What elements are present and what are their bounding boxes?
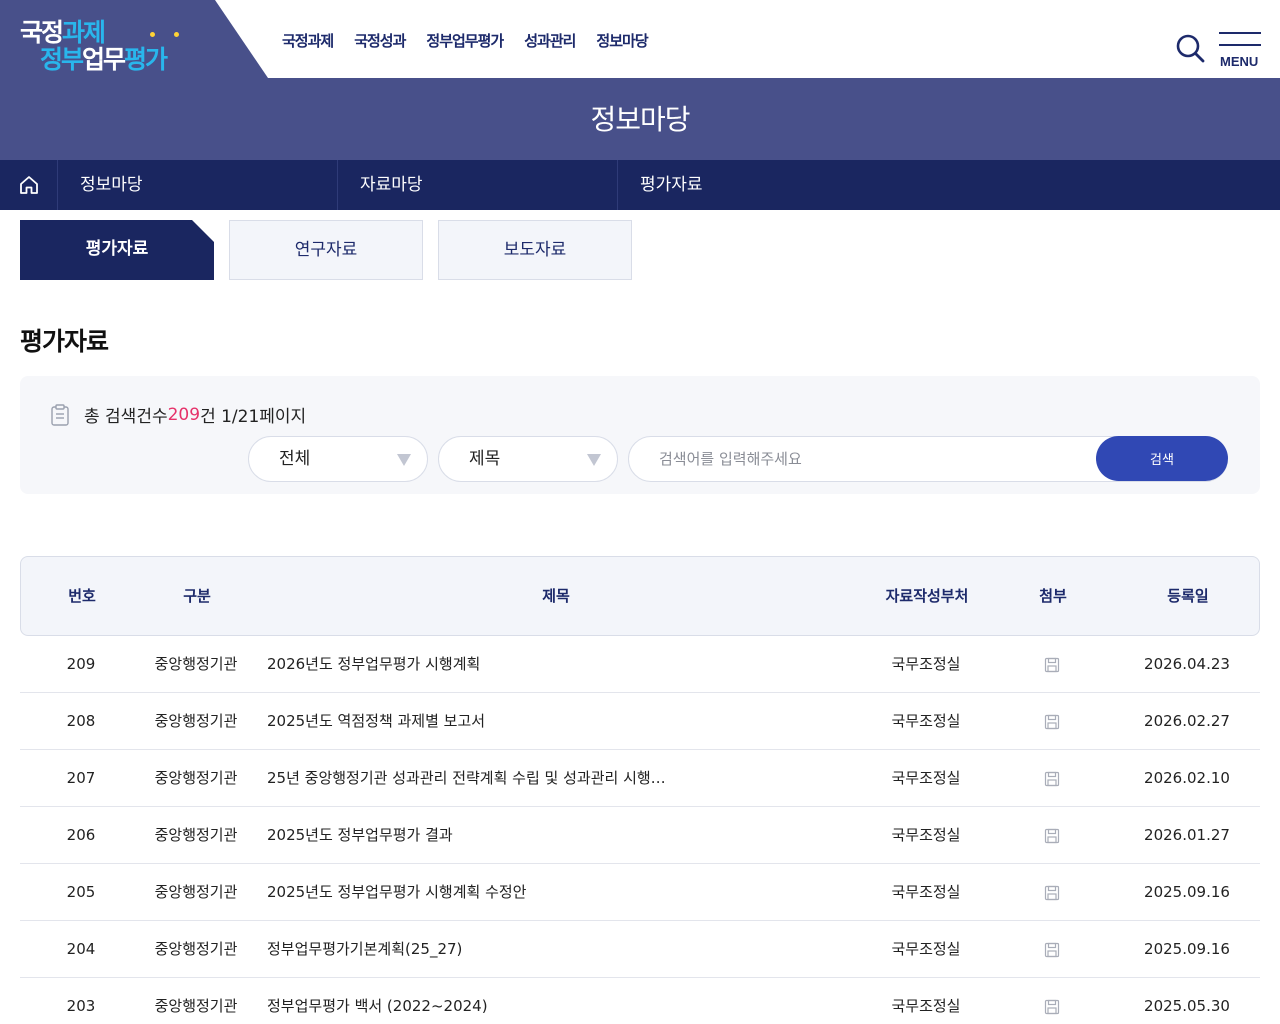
table-body: 209 중앙행정기관 2026년도 정부업무평가 시행계획 국무조정실 2026.04.… [20,636,1260,1024]
column-header-attachment: 첨부 [1039,587,1067,605]
gnb-item-national-results[interactable]: 국정성과 [354,30,406,51]
column-header-date: 등록일 [1167,587,1209,605]
cell-title-link[interactable]: 2026년도 정부업무평가 시행계획 [267,636,687,692]
category-select[interactable]: 전체 [248,436,428,482]
cell-date: 2026.04.23 [1144,655,1230,673]
cell-title-link[interactable]: 2025년도 역점정책 과제별 보고서 [267,693,687,749]
cell-number: 209 [66,655,96,673]
cell-title-link[interactable]: 25년 중앙행정기관 성과관리 전략계획 수립 및 성과관리 시행… [267,750,687,806]
table-row[interactable]: 208 중앙행정기관 2025년도 역점정책 과제별 보고서 국무조정실 2026.02… [20,693,1260,750]
breadcrumb-level1[interactable]: 정보마당 [58,160,338,210]
field-select[interactable]: 제목 [438,436,618,482]
cell-dept: 국무조정실 [891,940,961,958]
cell-category: 중앙행정기관 [154,883,238,901]
cell-dept: 국무조정실 [891,655,961,673]
cell-title-link[interactable]: 정부업무평가 백서 (2022~2024) [267,978,687,1024]
table-header: 번호 구분 제목 자료작성부처 첨부 등록일 [20,556,1260,636]
cell-number: 205 [66,883,96,901]
cell-category: 중앙행정기관 [154,712,238,730]
section-title: 평가자료 [20,327,109,356]
table-row[interactable]: 207 중앙행정기관 25년 중앙행정기관 성과관리 전략계획 수립 및 성과관리 … [20,750,1260,807]
file-icon[interactable] [1020,636,1084,692]
file-icon[interactable] [1020,978,1084,1024]
column-header-category: 구분 [183,587,211,605]
search-panel: 총 검색건수 209 건 1/21페이지 전체 제목 검색 [20,376,1260,494]
tab-research-materials[interactable]: 연구자료 [229,220,423,280]
gnb-item-performance[interactable]: 성과관리 [524,30,576,51]
cell-title-link[interactable]: 2025년도 정부업무평가 시행계획 수정안 [267,864,687,920]
gnb-item-gov-evaluation[interactable]: 정부업무평가 [426,30,504,51]
menu-button[interactable]: MENU [1218,32,1262,72]
hamburger-icon [1219,32,1261,34]
cell-date: 2025.09.16 [1144,940,1230,958]
cell-dept: 국무조정실 [891,712,961,730]
result-count: 총 검색건수 209 건 1/21페이지 [50,402,306,427]
breadcrumb: 정보마당 자료마당 평가자료 [0,160,1280,210]
search-button[interactable]: 검색 [1096,436,1228,481]
cell-category: 중앙행정기관 [154,940,238,958]
file-icon[interactable] [1020,750,1084,806]
cell-date: 2025.09.16 [1144,883,1230,901]
cell-date: 2025.05.30 [1144,997,1230,1015]
site-header: 국정과제 정부업무평가 국정과제 국정성과 정부업무평가 성과관리 정보마당 M… [0,0,1280,78]
result-count-number: 209 [167,404,201,425]
cell-dept: 국무조정실 [891,826,961,844]
cell-date: 2026.02.10 [1144,769,1230,787]
file-icon[interactable] [1020,921,1084,977]
file-icon[interactable] [1020,864,1084,920]
cell-category: 중앙행정기관 [154,997,238,1015]
global-nav: 국정과제 국정성과 정부업무평가 성과관리 정보마당 [282,30,649,51]
caret-down-icon [587,454,601,466]
cell-number: 204 [66,940,96,958]
cell-category: 중앙행정기관 [154,826,238,844]
cell-category: 중앙행정기관 [154,655,238,673]
cell-number: 203 [66,997,96,1015]
clipboard-icon [51,403,69,426]
tab-evaluation-materials[interactable]: 평가자료 [20,220,214,280]
cell-category: 중앙행정기관 [154,769,238,787]
menu-label: MENU [1220,54,1259,69]
table-row[interactable]: 205 중앙행정기관 2025년도 정부업무평가 시행계획 수정안 국무조정실 2025… [20,864,1260,921]
column-header-dept: 자료작성부처 [885,587,969,605]
table-row[interactable]: 203 중앙행정기관 정부업무평가 백서 (2022~2024) 국무조정실 2025.… [20,978,1260,1024]
file-icon[interactable] [1020,693,1084,749]
tab-press-materials[interactable]: 보도자료 [438,220,632,280]
cell-number: 207 [66,769,96,787]
home-icon[interactable] [0,160,58,210]
file-icon[interactable] [1020,807,1084,863]
cell-date: 2026.01.27 [1144,826,1230,844]
gnb-item-national-tasks[interactable]: 국정과제 [282,30,334,51]
cell-title-link[interactable]: 2025년도 정부업무평가 결과 [267,807,687,863]
breadcrumb-level2[interactable]: 자료마당 [338,160,618,210]
cell-number: 206 [66,826,96,844]
logo-dots [150,32,180,38]
site-logo[interactable]: 국정과제 정부업무평가 [20,18,200,78]
page-title: 정보마당 [590,103,690,136]
cell-dept: 국무조정실 [891,769,961,787]
cell-number: 208 [66,712,96,730]
cell-date: 2026.02.27 [1144,712,1230,730]
table-row[interactable]: 204 중앙행정기관 정부업무평가기본계획(25_27) 국무조정실 2025.09.1… [20,921,1260,978]
column-header-no: 번호 [68,587,96,605]
cell-title-link[interactable]: 정부업무평가기본계획(25_27) [267,921,687,977]
cell-dept: 국무조정실 [891,883,961,901]
logo-line1: 국정과제 [20,18,106,47]
gnb-item-info[interactable]: 정보마당 [596,30,648,51]
table-row[interactable]: 209 중앙행정기관 2026년도 정부업무평가 시행계획 국무조정실 2026.04.… [20,636,1260,693]
logo-line2: 정부업무평가 [40,45,168,74]
column-header-title: 제목 [542,587,570,605]
search-icon[interactable] [1174,32,1206,64]
caret-down-icon [397,454,411,466]
cell-dept: 국무조정실 [891,997,961,1015]
table-row[interactable]: 206 중앙행정기관 2025년도 정부업무평가 결과 국무조정실 2026.01.27 [20,807,1260,864]
breadcrumb-level3[interactable]: 평가자료 [618,160,918,210]
